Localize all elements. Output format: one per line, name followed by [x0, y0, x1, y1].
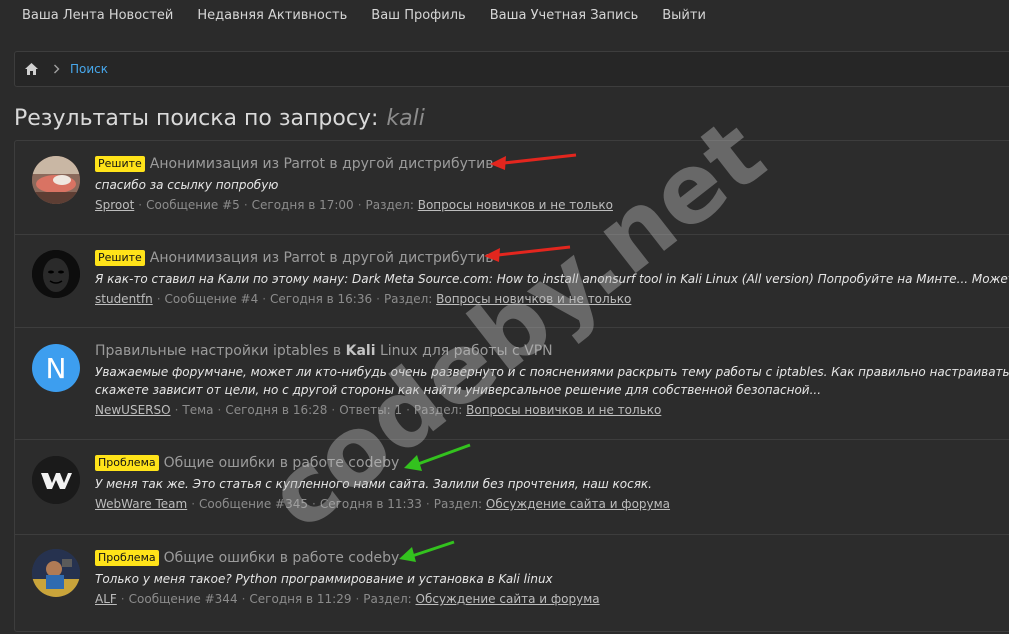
result-meta: ALF · Сообщение #344 · Сегодня в 11:29 · Разде…: [95, 591, 1009, 608]
meta-separator: ·: [174, 403, 179, 417]
meta-separator: ·: [262, 292, 267, 306]
nav-logout[interactable]: Выйти: [662, 8, 706, 23]
prefix-badge: Проблема: [95, 455, 159, 471]
top-navigation: Ваша Лента Новостей Недавняя Активность …: [0, 0, 1009, 30]
meta-separator: ·: [311, 497, 316, 511]
avatar[interactable]: N: [32, 344, 80, 392]
page-title: Результаты поиска по запросу: kali: [14, 106, 425, 131]
breadcrumb: Поиск: [14, 51, 1009, 87]
author-link[interactable]: NewUSERSO: [95, 403, 171, 417]
section-label: Раздел:: [433, 497, 483, 511]
author-link[interactable]: Sproot: [95, 198, 134, 212]
search-result: Проблема Общие ошибки в работе codeby У …: [15, 440, 1009, 535]
author-link[interactable]: studentfn: [95, 292, 153, 306]
section-label: Раздел:: [363, 592, 412, 606]
section-label: Раздел:: [365, 198, 414, 212]
page-title-text: Результаты поиска по запросу:: [14, 106, 379, 131]
result-title-line: Проблема Общие ошибки в работе codeby: [95, 547, 1009, 569]
timestamp: Сегодня в 16:28: [225, 403, 328, 417]
snippet-line: Уважаемые форумчане, может ли кто-нибудь…: [95, 365, 1009, 379]
result-snippet: Только у меня такое? Python программиров…: [95, 572, 553, 586]
result-snippet: У меня так же. Это статья с купленного н…: [95, 477, 652, 491]
search-query: kali: [386, 106, 425, 131]
result-title-line: Правильные настройки iptables в Kali Lin…: [95, 340, 1009, 362]
section-label: Раздел:: [413, 403, 463, 417]
result-title-link[interactable]: Правильные настройки iptables в Kali Lin…: [95, 343, 553, 359]
content-type: Сообщение #344: [128, 592, 238, 606]
avatar[interactable]: [32, 549, 80, 597]
section-label: Раздел:: [383, 292, 433, 306]
avatar[interactable]: [32, 156, 80, 204]
meta-separator: ·: [120, 592, 125, 606]
nav-account[interactable]: Ваша Учетная Запись: [490, 8, 639, 23]
nav-profile[interactable]: Ваш Профиль: [371, 8, 465, 23]
search-results-list: Решите Анонимизация из Parrot в другой д…: [14, 140, 1009, 632]
author-link[interactable]: ALF: [95, 592, 117, 606]
avatar[interactable]: [32, 456, 80, 504]
result-meta: NewUSERSO · Тема · Сегодня в 16:28 · Ответы: 1…: [95, 402, 1009, 419]
timestamp: Сегодня в 16:36: [270, 292, 373, 306]
content-type: Сообщение #5: [146, 198, 240, 212]
avatar-letter: N: [45, 351, 67, 385]
prefix-badge: Решите: [95, 250, 145, 266]
section-link[interactable]: Вопросы новичков и не только: [466, 403, 661, 417]
search-result: Решите Анонимизация из Parrot в другой д…: [15, 141, 1009, 235]
meta-separator: ·: [355, 592, 360, 606]
prefix-badge: Решите: [95, 156, 145, 172]
meta-separator: ·: [376, 292, 380, 306]
snippet-line: скажете зависит от цели, но с другой сто…: [95, 383, 822, 397]
timestamp: Сегодня в 11:29: [249, 592, 352, 606]
section-link[interactable]: Вопросы новичков и не только: [436, 292, 631, 306]
title-part: Linux для работы с VPN: [375, 343, 553, 359]
result-title-line: Решите Анонимизация из Parrot в другой д…: [95, 247, 1009, 269]
meta-separator: ·: [425, 497, 430, 511]
title-part: Правильные настройки iptables в: [95, 343, 346, 359]
meta-separator: ·: [138, 198, 143, 212]
breadcrumb-search-link[interactable]: Поиск: [70, 62, 108, 76]
result-title-link[interactable]: Общие ошибки в работе codeby: [164, 550, 400, 566]
nav-news-feed[interactable]: Ваша Лента Новостей: [22, 8, 173, 23]
nav-recent-activity[interactable]: Недавняя Активность: [197, 8, 347, 23]
home-icon[interactable]: [24, 62, 39, 76]
search-result: Проблема Общие ошибки в работе codeby То…: [15, 535, 1009, 631]
timestamp: Сегодня в 11:33: [319, 497, 422, 511]
chevron-right-icon: [53, 64, 60, 74]
result-snippet: Я как-то ставил на Кали по этому ману: D…: [95, 272, 1009, 286]
meta-separator: ·: [357, 198, 362, 212]
result-snippet: спасибо за ссылку попробую: [95, 178, 279, 192]
title-highlight: Kali: [345, 343, 376, 359]
meta-separator: ·: [156, 292, 161, 306]
prefix-badge: Проблема: [95, 550, 159, 566]
result-title-link[interactable]: Анонимизация из Parrot в другой дистрибу…: [150, 250, 494, 266]
replies-count: Ответы: 1: [339, 403, 403, 417]
result-title-line: Решите Анонимизация из Parrot в другой д…: [95, 153, 1009, 175]
avatar[interactable]: [32, 250, 80, 298]
search-result: Решите Анонимизация из Parrot в другой д…: [15, 235, 1009, 328]
section-link[interactable]: Обсуждение сайта и форума: [416, 592, 600, 606]
meta-separator: ·: [331, 403, 336, 417]
result-meta: WebWare Team · Сообщение #345 · Сегодня в 11…: [95, 496, 1009, 513]
content-type: Сообщение #345: [199, 497, 308, 511]
result-meta: Sproot · Сообщение #5 · Сегодня в 17:00 · Разд…: [95, 197, 1009, 214]
meta-separator: ·: [191, 497, 196, 511]
content-type: Сообщение #4: [164, 292, 259, 306]
meta-separator: ·: [243, 198, 248, 212]
meta-separator: ·: [217, 403, 222, 417]
section-link[interactable]: Вопросы новичков и не только: [418, 198, 613, 212]
result-title-link[interactable]: Анонимизация из Parrot в другой дистрибу…: [150, 156, 494, 172]
result-title-link[interactable]: Общие ошибки в работе codeby: [164, 455, 400, 471]
content-type: Тема: [182, 403, 214, 417]
result-meta: studentfn · Сообщение #4 · Сегодня в 16:36 · Р…: [95, 291, 1009, 308]
timestamp: Сегодня в 17:00: [251, 198, 354, 212]
result-snippet: Уважаемые форумчане, может ли кто-нибудь…: [95, 363, 1009, 399]
author-link[interactable]: WebWare Team: [95, 497, 187, 511]
meta-separator: ·: [241, 592, 246, 606]
meta-separator: ·: [406, 403, 410, 417]
result-title-line: Проблема Общие ошибки в работе codeby: [95, 452, 1009, 474]
search-result: N Правильные настройки iptables в Kali L…: [15, 328, 1009, 440]
section-link[interactable]: Обсуждение сайта и форума: [486, 497, 670, 511]
